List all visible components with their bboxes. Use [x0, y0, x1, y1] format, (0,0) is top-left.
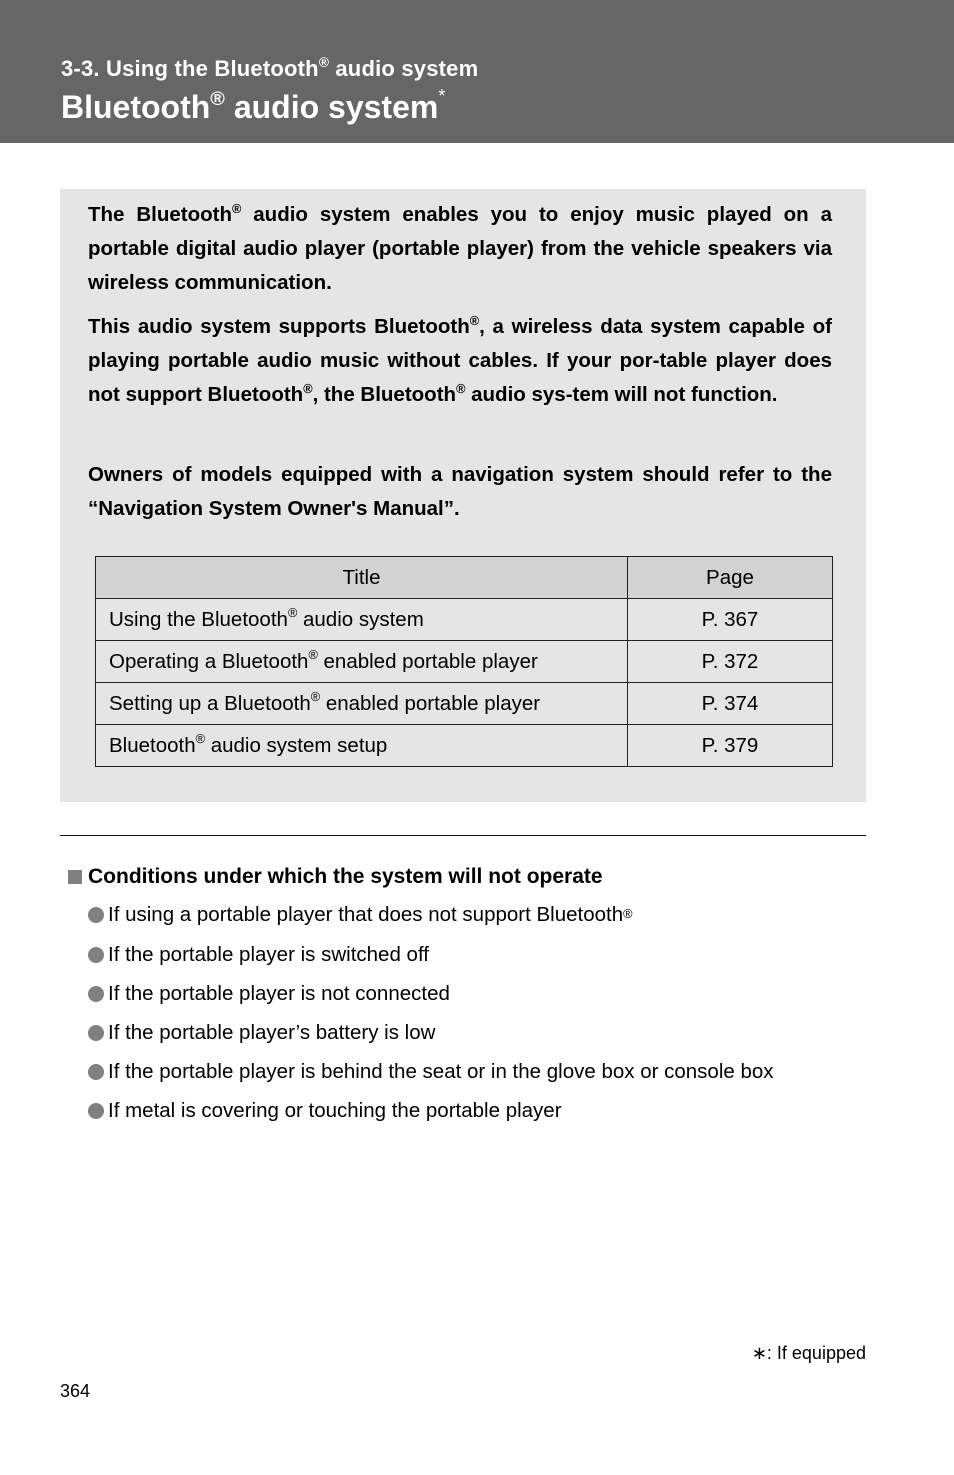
registered-mark: ®	[210, 88, 225, 111]
table-header-row: Title Page	[95, 556, 833, 599]
bullet-icon	[88, 907, 104, 923]
page-header: 3-3. Using the Bluetooth® audio system B…	[0, 0, 954, 143]
intro-paragraph-2: This audio system supports Bluetooth®, a…	[88, 312, 832, 406]
registered-mark: ®	[318, 55, 330, 70]
page-title: Bluetooth® audio system*	[61, 86, 446, 125]
asterisk-icon: ∗	[751, 1343, 767, 1363]
footnote: ∗: If equipped	[751, 1343, 866, 1363]
bullet-icon	[88, 947, 104, 964]
row-page-link[interactable]: P. 379	[627, 724, 833, 767]
list-item: If the portable player is behind the sea…	[68, 1052, 868, 1091]
table-row: Bluetooth® audio system setup P. 379	[95, 724, 833, 767]
intro-paragraph-3: Owners of models equipped with a navigat…	[88, 463, 832, 520]
intro-box: The Bluetooth® audio system enables you …	[60, 189, 866, 802]
column-header-title: Title	[95, 556, 628, 599]
list-item: If metal is covering or touching the por…	[68, 1091, 868, 1130]
row-page-link[interactable]: P. 372	[627, 640, 833, 683]
registered-mark: ®	[469, 312, 480, 328]
column-header-page: Page	[627, 556, 833, 599]
page-number: 364	[60, 1381, 91, 1401]
list-item: If the portable player is not connected	[68, 975, 868, 1014]
list-item: If the portable player’s battery is low	[68, 1014, 868, 1053]
list-item: If the portable player is switched off	[68, 936, 868, 975]
row-title: Using the Bluetooth® audio system	[95, 598, 628, 641]
row-title: Bluetooth® audio system setup	[95, 724, 628, 767]
conditions-list: If using a portable player that does not…	[68, 892, 868, 1130]
table-row: Operating a Bluetooth® enabled portable …	[95, 640, 833, 683]
bullet-icon	[88, 986, 104, 1003]
bullet-icon	[88, 1063, 104, 1080]
registered-mark: ®	[303, 380, 313, 396]
bullet-icon	[88, 1024, 104, 1041]
conditions-section: Conditions under which the system will n…	[68, 862, 868, 1130]
bullet-icon	[88, 1102, 104, 1119]
registered-mark: ®	[456, 380, 466, 396]
divider	[60, 835, 866, 836]
table-row: Setting up a Bluetooth® enabled portable…	[95, 682, 833, 725]
row-page-link[interactable]: P. 367	[627, 598, 833, 641]
table-row: Using the Bluetooth® audio system P. 367	[95, 598, 833, 641]
row-title: Operating a Bluetooth® enabled portable …	[95, 640, 628, 683]
section-title: 3-3. Using the Bluetooth® audio system	[61, 55, 479, 81]
row-title: Setting up a Bluetooth® enabled portable…	[95, 682, 628, 725]
row-page-link[interactable]: P. 374	[627, 682, 833, 725]
contents-table: Title Page Using the Bluetooth® audio sy…	[95, 556, 833, 767]
registered-mark: ®	[232, 200, 242, 216]
intro-paragraph-1: The Bluetooth® audio system enables you …	[88, 200, 832, 294]
list-item: If using a portable player that does not…	[68, 892, 868, 936]
square-bullet-icon	[68, 870, 82, 884]
if-equipped-marker: *	[438, 86, 446, 107]
conditions-heading: Conditions under which the system will n…	[68, 862, 868, 892]
